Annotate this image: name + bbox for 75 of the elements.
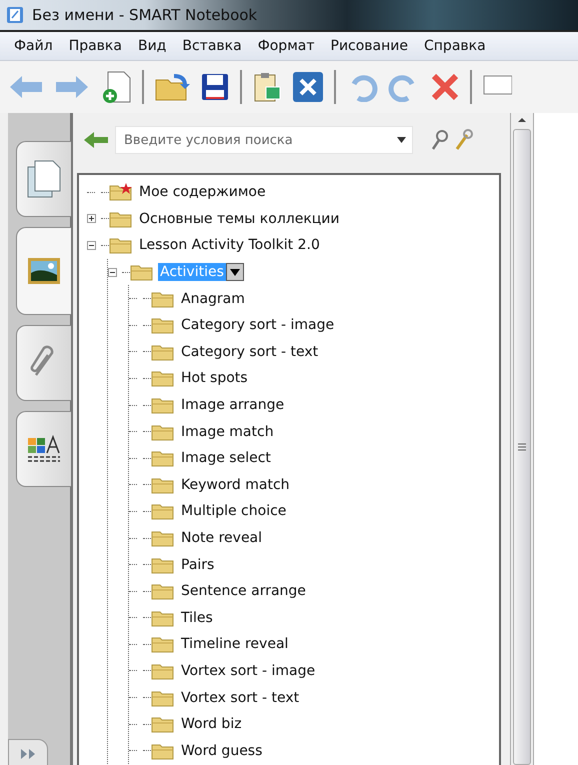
delete-x-icon[interactable] [430,72,460,102]
folder-icon [151,529,175,548]
tree-item[interactable]: Основные темы коллекции [137,210,342,228]
folder-icon [130,263,154,282]
folder-icon [151,422,175,441]
properties-icon[interactable] [27,434,61,464]
delete-page-icon[interactable] [292,71,324,103]
search-combo-box[interactable]: Введите условия поиска [115,126,413,154]
tree-item[interactable]: Timeline reveal [179,635,290,654]
folder-icon [151,582,175,600]
tree-item[interactable]: Category sort - image [179,316,336,334]
open-folder-icon[interactable] [154,72,190,102]
folder-icon [151,316,175,334]
landscape-picture-icon[interactable] [27,257,61,285]
search-field[interactable]: Введите условия поиска [122,132,397,148]
folder-icon [151,369,175,388]
expand-icon[interactable] [87,214,96,224]
tree-item[interactable]: Note reveal [179,529,264,548]
folder-icon [151,342,175,361]
scrollbar-thumb[interactable] [513,129,531,765]
menu-item[interactable]: Правка [62,38,128,54]
tree-item[interactable]: Category sort - text [179,342,320,361]
folder-icon [151,608,175,627]
tree-item[interactable]: Multiple choice [179,502,288,520]
menu-item[interactable]: Формат [252,38,320,54]
double-arrow-icon [20,749,36,759]
side-tab[interactable] [16,227,71,315]
tree-item[interactable]: Sentence arrange [179,582,308,600]
tree-item[interactable]: Vortex sort - text [179,688,302,707]
collapse-icon[interactable] [87,240,96,250]
back-arrow-icon[interactable] [83,131,109,149]
folder-icon [151,290,175,308]
folder-icon [151,396,175,414]
folder-icon [151,662,175,680]
expand-button[interactable] [8,739,48,765]
tree-item[interactable]: Lesson Activity Toolkit 2.0 [137,236,322,254]
side-tab[interactable] [16,411,71,487]
tree-item[interactable]: Tiles [179,608,215,627]
folder-icon [151,502,175,520]
dropdown-arrow-icon[interactable] [397,137,406,143]
menu-item[interactable]: Рисование [324,38,414,54]
tree-item[interactable]: Image match [179,422,276,441]
tree-item[interactable]: Word biz [179,715,244,734]
tree-item[interactable]: Hot spots [179,369,250,388]
tree-item[interactable]: Anagram [179,290,247,308]
menu-item[interactable]: Вставка [176,38,248,54]
folder-icon [151,476,175,494]
tree-item[interactable]: Image arrange [179,396,286,414]
tree-item[interactable]: Vortex sort - image [179,662,318,680]
folder-icon [109,210,133,228]
folder-icon [151,742,175,760]
grip-icon [518,443,526,451]
notebook-app-icon [6,6,24,24]
folder-icon [109,236,133,254]
starred-folder-icon [109,183,133,202]
tree-item[interactable]: Pairs [179,556,216,574]
folder-icon [151,688,175,707]
tree-item[interactable]: Word guess [179,742,264,760]
folder-icon [151,715,175,734]
folder-icon [151,635,175,654]
add-page-icon[interactable] [100,70,132,104]
page-icon[interactable] [26,159,62,199]
window-title: Без имени - SMART Notebook [32,6,258,24]
folder-icon [151,556,175,574]
search-icon[interactable] [431,129,449,151]
paste-clipboard-icon[interactable] [252,71,282,103]
tree-item[interactable]: Мое содержимое [137,183,268,202]
folder-icon [151,449,175,468]
tree-item[interactable]: Keyword match [179,476,292,494]
menu-item[interactable]: Справка [418,38,492,54]
menu-item[interactable]: Вид [132,38,172,54]
wrench-icon[interactable] [455,129,473,151]
tree-item[interactable]: Image select [179,449,273,468]
menu-item[interactable]: Файл [8,38,59,54]
collapse-icon[interactable] [108,268,117,277]
